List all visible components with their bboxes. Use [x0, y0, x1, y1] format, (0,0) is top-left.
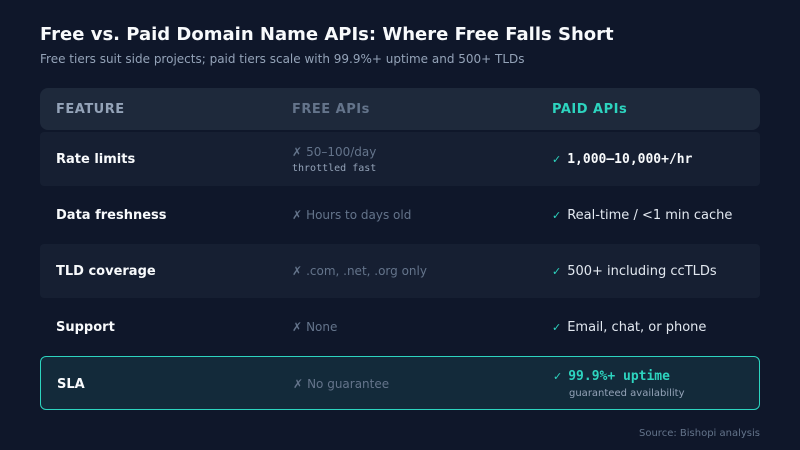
row-paid: ✓ 99.9%+ uptime guaranteed availability — [553, 357, 685, 411]
check-icon: ✓ — [552, 152, 562, 166]
row-free: ✗ Hours to days old — [292, 188, 411, 242]
cross-icon: ✗ — [293, 377, 304, 391]
header-paid: PAID APIs — [552, 101, 628, 117]
table-row-highlighted: SLA ✗ No guarantee ✓ 99.9%+ uptime guarant… — [40, 356, 760, 410]
free-value: Hours to days old — [306, 208, 412, 222]
paid-value: Real-time / <1 min cache — [567, 207, 733, 223]
cross-icon: ✗ — [292, 144, 303, 159]
row-feature: SLA — [57, 376, 85, 392]
page-subtitle: Free tiers suit side projects; paid tier… — [40, 52, 525, 66]
paid-subtext: guaranteed availability — [569, 388, 685, 399]
cross-icon: ✗ — [292, 264, 303, 278]
table-row: TLD coverage ✗ .com, .net, .org only ✓ 500… — [40, 244, 760, 298]
table-row: Rate limits ✗ 50–100/day throttled fast ✓… — [40, 132, 760, 186]
cross-icon: ✗ — [292, 208, 303, 222]
row-free: ✗ None — [292, 300, 337, 354]
row-feature: Rate limits — [56, 151, 136, 167]
row-feature: Data freshness — [56, 207, 167, 223]
free-value: No guarantee — [307, 377, 390, 391]
free-subtext: throttled fast — [292, 162, 377, 174]
paid-value: 500+ including ccTLDs — [567, 263, 717, 279]
row-paid: ✓ Real-time / <1 min cache — [552, 188, 732, 242]
row-paid: ✓ 500+ including ccTLDs — [552, 244, 717, 298]
free-value: 50–100/day — [306, 144, 377, 159]
row-paid: ✓ 1,000–10,000+/hr — [552, 132, 692, 186]
free-value: .com, .net, .org only — [306, 264, 427, 278]
header-feature: FEATURE — [56, 101, 125, 117]
cross-icon: ✗ — [292, 320, 303, 334]
check-icon: ✓ — [552, 320, 562, 334]
row-free: ✗ No guarantee — [293, 357, 389, 411]
row-feature: TLD coverage — [56, 263, 156, 279]
page-title: Free vs. Paid Domain Name APIs: Where Fr… — [40, 24, 614, 45]
row-paid: ✓ Email, chat, or phone — [552, 300, 706, 354]
row-free: ✗ .com, .net, .org only — [292, 244, 427, 298]
table-row: Support ✗ None ✓ Email, chat, or phone — [40, 300, 760, 354]
check-icon: ✓ — [552, 264, 562, 278]
paid-value: 1,000–10,000+/hr — [567, 151, 693, 167]
header-free: FREE APIs — [292, 101, 370, 117]
paid-value: Email, chat, or phone — [567, 319, 707, 335]
comparison-table: FEATURE FREE APIs PAID APIs Rate limits … — [40, 88, 760, 410]
paid-value: 99.9%+ uptime — [568, 369, 670, 384]
row-free: ✗ 50–100/day throttled fast — [292, 132, 376, 186]
free-value: None — [306, 320, 338, 334]
check-icon: ✓ — [553, 370, 563, 383]
table-header: FEATURE FREE APIs PAID APIs — [40, 88, 760, 130]
source-note: Source: Bishopi analysis — [639, 428, 760, 439]
check-icon: ✓ — [552, 208, 562, 222]
row-feature: Support — [56, 319, 115, 335]
table-row: Data freshness ✗ Hours to days old ✓ Real-… — [40, 188, 760, 242]
